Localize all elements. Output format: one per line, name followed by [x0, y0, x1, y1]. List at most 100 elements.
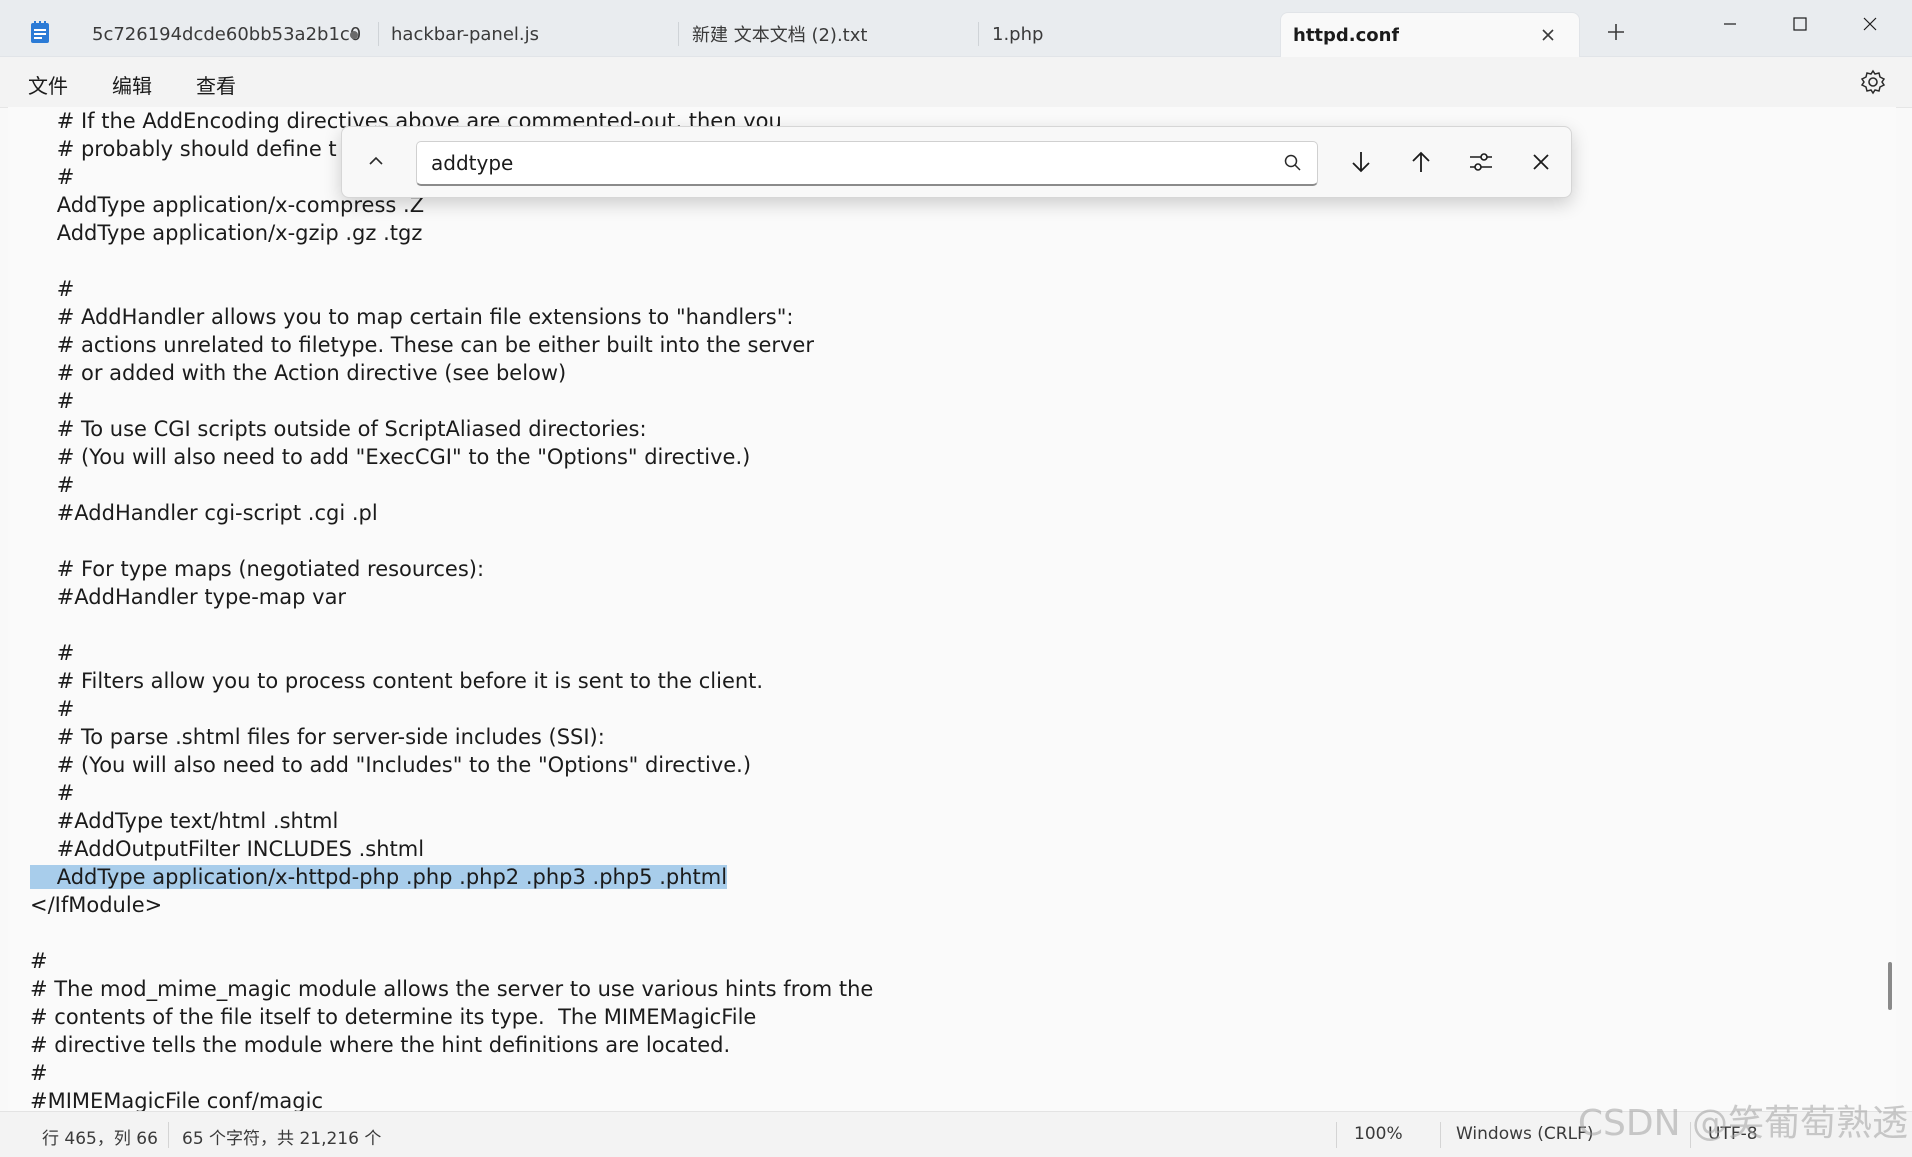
close-icon — [1863, 17, 1877, 31]
status-divider — [1336, 1122, 1337, 1148]
code-line[interactable]: # The mod_mime_magic module allows the s… — [30, 975, 873, 1003]
character-count: 65 个字符，共 21,216 个 — [182, 1129, 382, 1149]
code-line[interactable]: AddType application/x-gzip .gz .tgz — [30, 219, 873, 247]
code-line-text: # The mod_mime_magic module allows the s… — [30, 977, 874, 1001]
code-line-text: # probably should define t — [30, 137, 337, 161]
code-line-text: # (You will also need to add "Includes" … — [30, 753, 752, 777]
find-next-button[interactable] — [1344, 145, 1378, 179]
code-line[interactable]: #AddType text/html .shtml — [30, 807, 873, 835]
tab-1[interactable]: 5c726194dcde60bb53a2b1c0 — [80, 12, 370, 56]
code-content[interactable]: # If the AddEncoding directives above ar… — [30, 107, 873, 1111]
code-line[interactable]: # For type maps (negotiated resources): — [30, 555, 873, 583]
code-line-text: AddType application/x-gzip .gz .tgz — [30, 221, 423, 245]
code-line-text: # To parse .shtml files for server-side … — [30, 725, 605, 749]
cursor-position[interactable]: 行 465，列 66 — [42, 1124, 158, 1149]
menu-bar: 文件 编辑 查看 — [0, 57, 1912, 108]
zoom-level[interactable]: 100% — [1354, 1124, 1403, 1144]
tab-label: hackbar-panel.js — [391, 23, 539, 45]
code-line[interactable]: # — [30, 779, 873, 807]
menu-view[interactable]: 查看 — [196, 70, 236, 99]
arrow-up-icon — [1412, 151, 1430, 172]
code-line[interactable]: # — [30, 387, 873, 415]
search-icon[interactable] — [1283, 153, 1303, 173]
code-line[interactable]: # Filters allow you to process content b… — [30, 667, 873, 695]
code-line[interactable]: #MIMEMagicFile conf/magic — [30, 1087, 873, 1111]
settings-gear-icon[interactable] — [1860, 69, 1886, 95]
code-line-text: # Filters allow you to process content b… — [30, 669, 764, 693]
code-line-text: # — [30, 697, 75, 721]
code-line-text: AddType application/x-httpd-php .php .ph… — [30, 865, 728, 889]
code-line[interactable]: # — [30, 639, 873, 667]
tab-label: httpd.conf — [1293, 24, 1400, 46]
code-line[interactable]: # — [30, 471, 873, 499]
find-options-button[interactable] — [1464, 145, 1498, 179]
code-line[interactable]: # (You will also need to add "Includes" … — [30, 751, 873, 779]
code-line-text: #AddType text/html .shtml — [30, 809, 339, 833]
status-divider — [168, 1122, 169, 1148]
tab-2[interactable]: hackbar-panel.js — [380, 12, 670, 56]
code-line-text: # — [30, 949, 48, 973]
tab-label: 1.php — [992, 23, 1044, 45]
tab-label: 新建 文本文档 (2).txt — [692, 25, 868, 46]
code-line-text: #AddHandler cgi-script .cgi .pl — [30, 501, 378, 525]
close-tab-icon[interactable] — [1537, 24, 1559, 46]
code-line[interactable]: AddType application/x-httpd-php .php .ph… — [30, 863, 873, 891]
code-line[interactable]: #AddOutputFilter INCLUDES .shtml — [30, 835, 873, 863]
code-line[interactable] — [30, 527, 873, 555]
minimize-icon — [1724, 23, 1736, 25]
code-line-text: # For type maps (negotiated resources): — [30, 557, 485, 581]
tab-bar: 5c726194dcde60bb53a2b1c0 hackbar-panel.j… — [0, 0, 1912, 57]
add-tab-icon[interactable] — [1602, 18, 1630, 46]
code-line[interactable]: # directive tells the module where the h… — [30, 1031, 873, 1059]
collapse-chevron-up-icon[interactable] — [362, 147, 390, 175]
code-line[interactable]: # AddHandler allows you to map certain f… — [30, 303, 873, 331]
tab-divider — [378, 22, 379, 46]
close-window-button[interactable] — [1838, 4, 1902, 44]
code-line[interactable]: # (You will also need to add "ExecCGI" t… — [30, 443, 873, 471]
code-line-text: # — [30, 1061, 48, 1085]
text-editor[interactable]: # If the AddEncoding directives above ar… — [8, 107, 1896, 1111]
tab-3[interactable]: 新建 文本文档 (2).txt — [680, 12, 970, 56]
code-line[interactable]: # contents of the file itself to determi… — [30, 1003, 873, 1031]
line-ending[interactable]: Windows (CRLF) — [1456, 1124, 1594, 1144]
code-line-text: # — [30, 277, 75, 301]
sliders-icon — [1470, 153, 1492, 171]
code-line[interactable]: # or added with the Action directive (se… — [30, 359, 873, 387]
menu-edit[interactable]: 编辑 — [112, 70, 152, 99]
menu-file[interactable]: 文件 — [28, 70, 68, 99]
code-line[interactable]: # — [30, 947, 873, 975]
code-line-text: # directive tells the module where the h… — [30, 1033, 731, 1057]
tab-4[interactable]: 1.php — [980, 12, 1270, 56]
tab-label: 5c726194dcde60bb53a2b1c0 — [92, 23, 362, 45]
code-line[interactable]: # To parse .shtml files for server-side … — [30, 723, 873, 751]
tab-divider — [978, 22, 979, 46]
find-panel — [341, 126, 1572, 198]
code-line[interactable] — [30, 247, 873, 275]
code-line[interactable]: # actions unrelated to filetype. These c… — [30, 331, 873, 359]
find-input[interactable] — [429, 148, 1253, 178]
status-divider — [1440, 1122, 1441, 1148]
arrow-down-icon — [1352, 152, 1370, 173]
watermark: CSDN @笑葡萄熟透 — [1577, 1103, 1908, 1144]
code-line[interactable]: # — [30, 695, 873, 723]
maximize-button[interactable] — [1768, 4, 1832, 44]
vertical-scrollbar-thumb[interactable] — [1888, 962, 1892, 1010]
tab-5-active[interactable]: httpd.conf — [1280, 12, 1580, 57]
code-line[interactable] — [30, 611, 873, 639]
code-line[interactable]: # — [30, 1059, 873, 1087]
code-line[interactable]: # To use CGI scripts outside of ScriptAl… — [30, 415, 873, 443]
code-line-text: # — [30, 781, 75, 805]
code-line[interactable]: </IfModule> — [30, 891, 873, 919]
code-line[interactable]: #AddHandler type-map var — [30, 583, 873, 611]
close-find-button[interactable] — [1524, 145, 1558, 179]
code-line[interactable]: #AddHandler cgi-script .cgi .pl — [30, 499, 873, 527]
code-line[interactable] — [30, 919, 873, 947]
find-previous-button[interactable] — [1404, 145, 1438, 179]
find-input-box — [416, 141, 1318, 186]
code-line[interactable]: # — [30, 275, 873, 303]
minimize-button[interactable] — [1698, 4, 1762, 44]
maximize-icon — [1793, 17, 1807, 31]
